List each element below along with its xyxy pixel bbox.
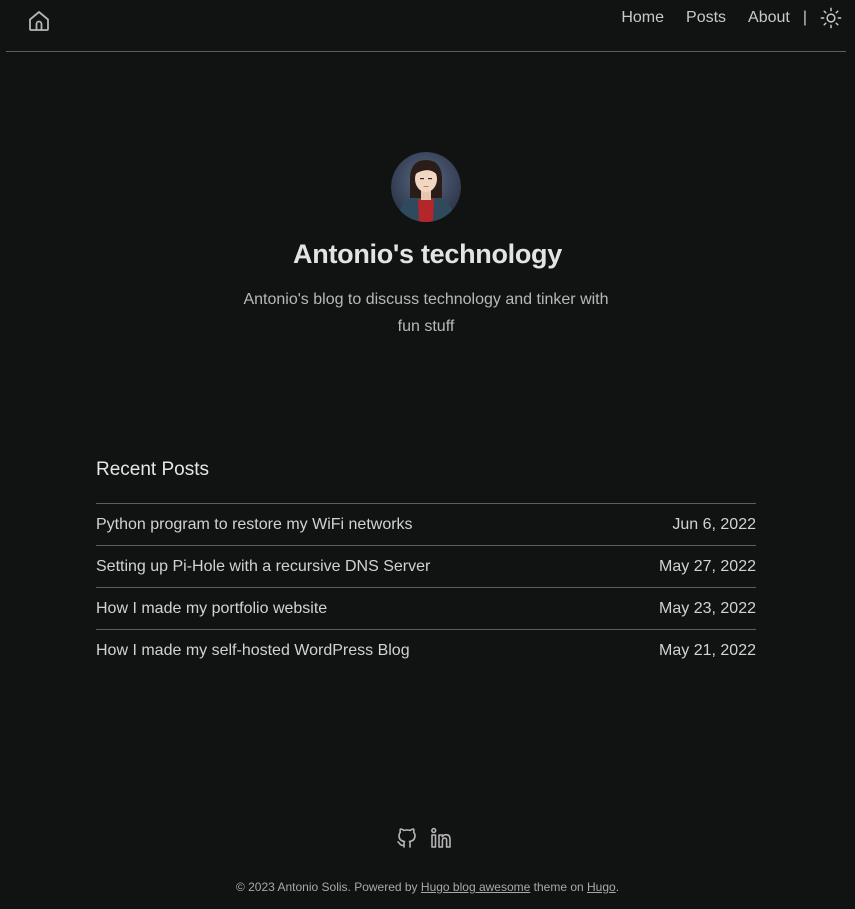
post-date: May 21, 2022: [659, 641, 756, 659]
main-nav: Home Posts About |: [621, 7, 842, 29]
linkedin-icon[interactable]: [429, 826, 453, 850]
post-title-link[interactable]: Python program to restore my WiFi networ…: [96, 516, 413, 534]
nav-separator: |: [802, 9, 807, 26]
footer-credits: © 2023 Antonio Solis. Powered by Hugo bl…: [0, 880, 855, 894]
nav-about-link[interactable]: About: [748, 8, 790, 28]
recent-posts-list: Python program to restore my WiFi networ…: [96, 503, 756, 671]
post-title-link[interactable]: How I made my portfolio website: [96, 600, 327, 618]
theme-link[interactable]: Hugo blog awesome: [421, 880, 530, 894]
post-list-item: How I made my self-hosted WordPress Blog…: [96, 629, 756, 671]
avatar: [391, 152, 461, 222]
post-date: Jun 6, 2022: [672, 515, 756, 533]
site-title: Antonio's technology: [293, 239, 562, 269]
nav-home-link[interactable]: Home: [621, 8, 664, 28]
site-tagline: Antonio's blog to discuss technology and…: [243, 291, 609, 335]
post-list-item: Setting up Pi-Hole with a recursive DNS …: [96, 545, 756, 587]
post-date: May 23, 2022: [659, 599, 756, 617]
post-list-item: Python program to restore my WiFi networ…: [96, 503, 756, 545]
nav-posts-link[interactable]: Posts: [686, 8, 726, 28]
footer-middle-text: theme on: [530, 880, 588, 894]
recent-posts-heading: Recent Posts: [96, 459, 209, 480]
site-header: Home Posts About |: [6, 0, 846, 52]
page: Home Posts About | Antonio's technology …: [0, 0, 855, 909]
footer-copyright: © 2023 Antonio Solis. Powered by: [235, 880, 421, 894]
post-date: May 27, 2022: [659, 557, 756, 575]
hugo-link[interactable]: Hugo: [587, 880, 616, 894]
github-icon[interactable]: [395, 826, 419, 850]
social-links: [395, 826, 453, 850]
post-list-item: How I made my portfolio website May 23, …: [96, 587, 756, 629]
post-title-link[interactable]: Setting up Pi-Hole with a recursive DNS …: [96, 558, 430, 576]
home-icon[interactable]: [27, 9, 51, 33]
post-title-link[interactable]: How I made my self-hosted WordPress Blog: [96, 642, 410, 660]
sun-icon[interactable]: [820, 7, 842, 29]
footer-end-text: .: [615, 880, 620, 894]
